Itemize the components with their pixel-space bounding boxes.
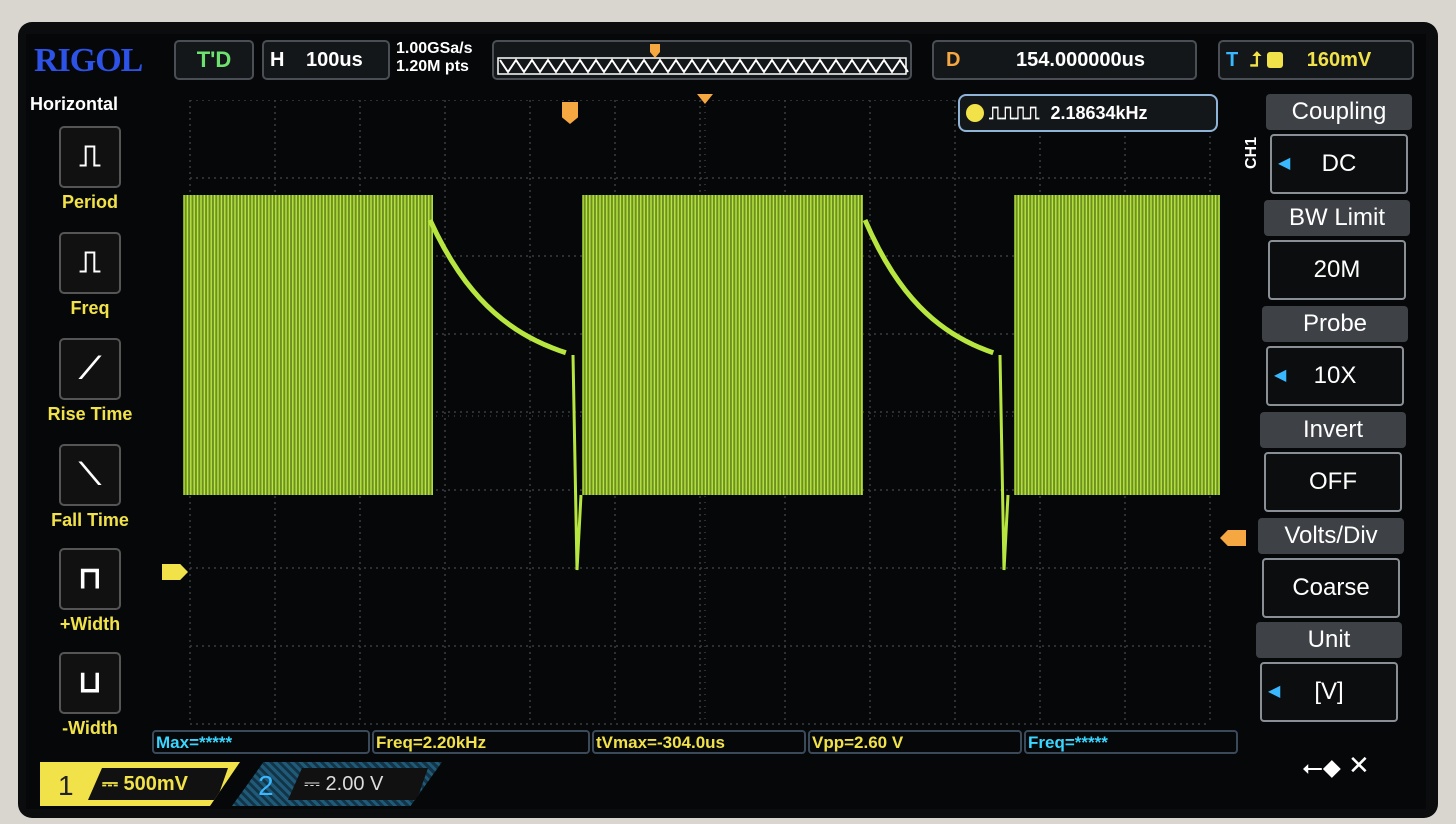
channel-label: CH1 — [1243, 136, 1261, 170]
label: -Width — [62, 718, 118, 738]
arrow-icon: ◀ — [1274, 367, 1287, 384]
measurement-3[interactable]: tVmax=-304.0us — [592, 730, 806, 754]
arrow-icon: ◀ — [1278, 155, 1291, 172]
menu-value[interactable]: ◀ DC — [1270, 134, 1408, 194]
ch1-decay — [862, 218, 995, 356]
ch2-tab[interactable]: 2 ⎓ 2.00 V — [232, 762, 442, 806]
horizontal-label: H — [270, 49, 285, 71]
trigger-label: T — [1226, 49, 1239, 71]
delay-value: 154.000000us — [1016, 49, 1146, 71]
value: [V] — [1314, 678, 1344, 705]
fall-time-button[interactable]: ⟍ Fall Time — [40, 444, 140, 531]
freq-icon: ⎍ — [59, 232, 121, 294]
menu-value[interactable]: ◀ 10X — [1266, 346, 1404, 406]
menu-invert[interactable]: Invert OFF — [1260, 412, 1406, 512]
value: OFF — [1309, 468, 1357, 495]
counter-value: 2.18634kHz — [1050, 103, 1148, 123]
neg-width-icon: ⊔ — [59, 652, 121, 714]
value: 20M — [1313, 256, 1361, 283]
menu-value[interactable]: ◀ [V] — [1260, 662, 1398, 722]
label: Freq — [70, 298, 110, 318]
ch1-spike — [998, 354, 1010, 571]
rising-edge-icon: ⮥ — [1249, 49, 1262, 71]
menu-coupling[interactable]: Coupling ◀ DC — [1266, 94, 1412, 194]
frequency-counter[interactable]: ⎍⎍⎍⎍ 2.18634kHz — [958, 94, 1218, 132]
value: 10X — [1313, 362, 1357, 389]
menu-volts-div[interactable]: Volts/Div Coarse — [1258, 518, 1404, 618]
delay-label: D — [946, 49, 961, 71]
ch1-scale: ⎓ 500mV — [88, 768, 228, 800]
ch1-tab[interactable]: 1 ⎓ 500mV — [40, 762, 240, 806]
menu-bw-limit[interactable]: BW Limit 20M — [1264, 200, 1410, 300]
menu-value[interactable]: Coarse — [1262, 558, 1400, 618]
ch2-number: 2 — [258, 770, 274, 801]
label: Fall Time — [51, 510, 129, 530]
ch1-scale-value: 500mV — [123, 773, 189, 795]
ch2-scale: ⎓ 2.00 V — [288, 768, 428, 800]
memory-waveform-icon — [497, 44, 909, 75]
delay-box[interactable]: D 154.000000us — [932, 40, 1197, 80]
freq-button[interactable]: ⎍ Freq — [40, 232, 140, 319]
menu-title: Unit — [1256, 622, 1402, 658]
fall-time-icon: ⟍ — [59, 444, 121, 506]
rise-time-button[interactable]: ⟋ Rise Time — [40, 338, 140, 425]
neg-width-button[interactable]: ⊔ -Width — [40, 652, 140, 739]
menu-title: Volts/Div — [1258, 518, 1404, 554]
measurement-2[interactable]: Freq=2.20kHz — [372, 730, 590, 754]
measurement-5[interactable]: Freq=***** — [1024, 730, 1238, 754]
menu-title: BW Limit — [1264, 200, 1410, 236]
timebase-value: 100us — [306, 49, 363, 71]
ch1-number: 1 — [58, 770, 74, 801]
square-wave-icon: ⎍⎍⎍⎍ — [989, 103, 1040, 123]
label: Rise Time — [47, 404, 133, 424]
run-state[interactable]: T'D — [174, 40, 254, 80]
usb-icon: ⭠⬥ — [1302, 752, 1342, 782]
waveform-display[interactable] — [180, 100, 1220, 725]
value: DC — [1321, 150, 1357, 177]
measurement-1[interactable]: Max=***** — [152, 730, 370, 754]
memory-depth: 1.20M pts — [396, 58, 469, 75]
sound-icon[interactable]: ✕ — [1348, 750, 1370, 781]
pos-width-icon: ⊓ — [59, 548, 121, 610]
rise-time-icon: ⟋ — [59, 338, 121, 400]
ch2-scale-value: 2.00 V — [325, 773, 384, 795]
ch1-dot-icon — [966, 104, 984, 122]
menu-value[interactable]: OFF — [1264, 452, 1402, 512]
menu-title: Invert — [1260, 412, 1406, 448]
menu-value[interactable]: 20M — [1268, 240, 1406, 300]
ch1-source-icon — [1267, 52, 1284, 68]
period-icon: ⎍ — [59, 126, 121, 188]
menu-title: Probe — [1262, 306, 1408, 342]
measurement-4[interactable]: Vpp=2.60 V — [808, 730, 1022, 754]
sample-rate: 1.00GSa/s — [396, 40, 473, 57]
ch1-decay — [427, 218, 567, 356]
menu-title: Coupling — [1266, 94, 1412, 130]
menu-probe[interactable]: Probe ◀ 10X — [1262, 306, 1408, 406]
arrow-icon: ◀ — [1268, 683, 1281, 700]
timebase-box[interactable]: H 100us — [262, 40, 390, 80]
trigger-box[interactable]: T ⮥ 160mV — [1218, 40, 1414, 80]
label: Period — [61, 192, 118, 212]
ch1-spike — [571, 354, 583, 571]
rigol-logo: RIGOL — [34, 42, 143, 79]
trigger-level: 160mV — [1306, 49, 1372, 71]
memory-overview[interactable] — [492, 40, 912, 80]
menu-unit[interactable]: Unit ◀ [V] — [1256, 622, 1402, 722]
menu-title: Horizontal — [30, 94, 118, 114]
ch1-burst-lines — [1014, 195, 1220, 495]
label: +Width — [59, 614, 121, 634]
pos-width-button[interactable]: ⊓ +Width — [40, 548, 140, 635]
value: Coarse — [1292, 574, 1370, 601]
period-button[interactable]: ⎍ Period — [40, 126, 140, 213]
